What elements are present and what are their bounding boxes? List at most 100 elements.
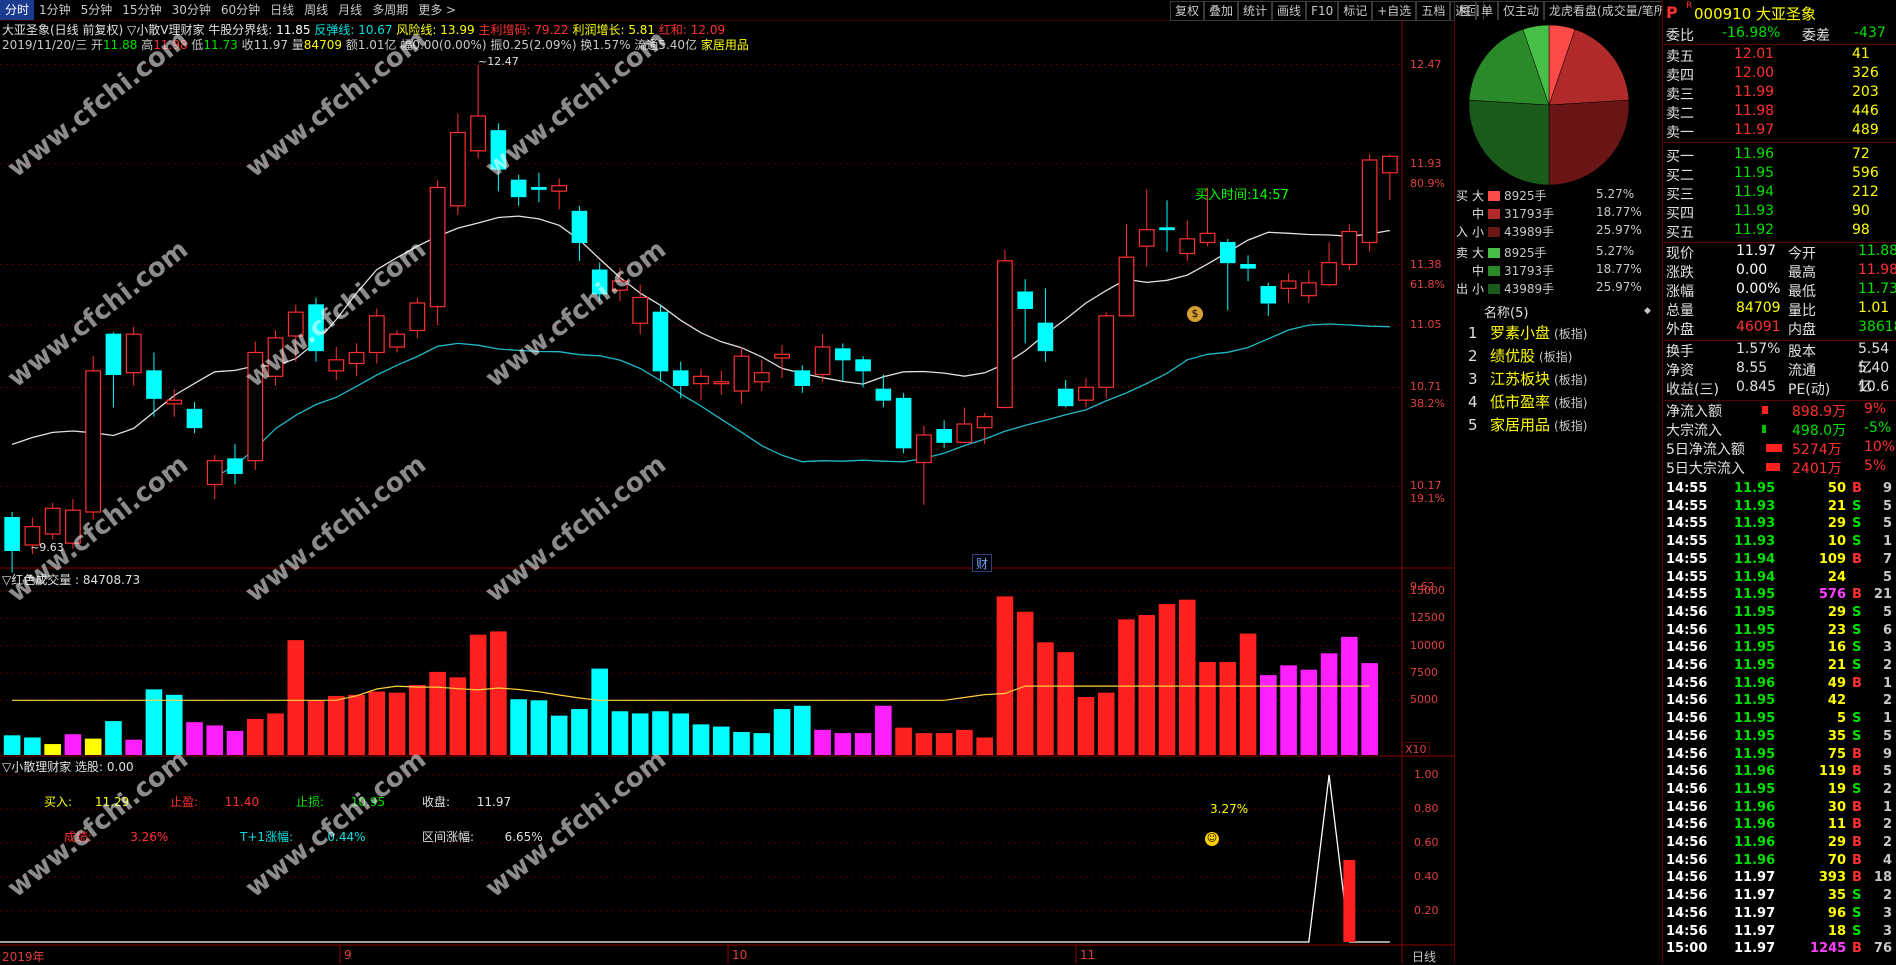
candle[interactable] <box>875 374 892 408</box>
candle[interactable] <box>733 347 750 404</box>
volume-bar[interactable] <box>793 705 811 755</box>
candle[interactable] <box>997 249 1013 409</box>
candle[interactable] <box>693 369 709 401</box>
candle[interactable] <box>85 356 102 520</box>
orderbook-row[interactable]: 卖三 11.99 203 <box>1662 84 1896 103</box>
volume-bar[interactable] <box>1016 611 1034 755</box>
volume-bar[interactable] <box>165 694 183 755</box>
candle[interactable] <box>1361 154 1378 252</box>
candle[interactable] <box>571 205 588 261</box>
tick-row[interactable]: 14:56 11.95 19 S 2 <box>1662 781 1894 799</box>
candle[interactable] <box>449 114 466 215</box>
volume-bar[interactable] <box>1280 665 1297 755</box>
volume-bar[interactable] <box>571 709 588 755</box>
volume-bar[interactable] <box>1199 662 1216 755</box>
candle[interactable] <box>267 330 284 386</box>
volume-bar[interactable] <box>429 671 446 755</box>
volume-bar[interactable] <box>1057 652 1075 755</box>
orderbook-row[interactable]: 买三 11.94 212 <box>1662 184 1896 203</box>
tick-row[interactable]: 14:56 11.97 96 S 3 <box>1662 905 1894 923</box>
volume-bar[interactable] <box>348 694 365 755</box>
volume-bar[interactable] <box>186 722 203 755</box>
volume-bar[interactable] <box>84 738 102 755</box>
tick-row[interactable]: 14:56 11.97 393 B 18 <box>1662 869 1894 887</box>
tick-row[interactable]: 14:56 11.95 5 S 1 <box>1662 710 1894 728</box>
candle[interactable] <box>247 341 264 470</box>
side-tab[interactable]: 单 <box>1476 1 1499 21</box>
tick-row[interactable]: 14:56 11.97 35 S 2 <box>1662 887 1894 905</box>
candle[interactable] <box>287 304 304 362</box>
volume-bar[interactable] <box>469 634 487 755</box>
candle[interactable] <box>713 370 730 395</box>
volume-bar[interactable] <box>145 689 163 755</box>
candle[interactable] <box>166 389 183 417</box>
tick-row[interactable]: 14:56 11.95 29 S 5 <box>1662 604 1894 622</box>
board-item[interactable]: 4 低市盈率 (板指) <box>1468 391 1587 413</box>
candle[interactable] <box>531 172 547 203</box>
candle[interactable] <box>44 502 61 540</box>
orderbook-row[interactable]: 卖二 11.98 446 <box>1662 103 1896 122</box>
candle[interactable] <box>1219 238 1236 311</box>
candle[interactable] <box>1098 312 1115 399</box>
orderbook-row[interactable]: 卖四 12.00 326 <box>1662 65 1896 84</box>
candle[interactable] <box>956 407 973 443</box>
tick-row[interactable]: 14:56 11.95 75 B 9 <box>1662 746 1894 764</box>
volume-bar[interactable] <box>895 727 912 755</box>
volume-bar[interactable] <box>733 732 750 755</box>
candle[interactable] <box>936 420 952 448</box>
volume-bar[interactable] <box>206 725 224 755</box>
tick-row[interactable]: 15:00 11.97 1245 B 76 <box>1662 940 1894 958</box>
candle[interactable] <box>672 361 689 399</box>
volume-bar[interactable] <box>388 692 406 755</box>
volume-bar[interactable] <box>875 705 892 755</box>
volume-bar[interactable] <box>915 733 933 755</box>
volume-bar[interactable] <box>672 713 690 755</box>
volume-bar[interactable] <box>1077 697 1095 755</box>
volume-bar[interactable] <box>409 685 426 755</box>
volume-bar[interactable] <box>956 729 973 755</box>
board-item[interactable]: 5 家居用品 (板指) <box>1468 414 1587 436</box>
tick-row[interactable]: 14:56 11.96 49 B 1 <box>1662 675 1894 693</box>
candle[interactable] <box>1057 380 1074 408</box>
candle[interactable] <box>632 284 649 335</box>
volume-bar[interactable] <box>1341 636 1358 755</box>
volume-bar[interactable] <box>935 733 953 755</box>
volume-bar[interactable] <box>24 737 41 756</box>
board-name[interactable]: 低市盈率 <box>1490 393 1550 411</box>
tick-row[interactable]: 14:56 11.95 35 S 5 <box>1662 728 1894 746</box>
volume-bar[interactable] <box>591 668 609 755</box>
kline-chart[interactable] <box>0 0 1454 964</box>
candle[interactable] <box>835 343 851 382</box>
tick-row[interactable]: 14:56 11.96 11 B 2 <box>1662 816 1894 834</box>
tick-row[interactable]: 14:56 11.97 18 S 3 <box>1662 923 1894 941</box>
volume-bar[interactable] <box>1118 619 1135 755</box>
orderbook-row[interactable]: 卖一 11.97 489 <box>1662 122 1896 141</box>
volume-bar[interactable] <box>753 733 771 755</box>
orderbook-row[interactable]: 买二 11.95 596 <box>1662 165 1896 184</box>
candle[interactable] <box>774 345 790 379</box>
candle[interactable] <box>65 499 81 549</box>
candle[interactable] <box>1159 200 1175 252</box>
volume-bar[interactable] <box>996 596 1014 755</box>
tick-row[interactable]: 14:56 11.95 16 S 3 <box>1662 639 1894 657</box>
volume-bar[interactable] <box>287 640 305 755</box>
candle[interactable] <box>1037 288 1054 362</box>
volume-bar[interactable] <box>1219 662 1237 755</box>
boards-dropdown-icon[interactable]: ◆ <box>1644 306 1651 316</box>
tick-row[interactable]: 14:56 11.96 30 B 1 <box>1662 799 1894 817</box>
candle[interactable] <box>1138 189 1155 267</box>
candle[interactable] <box>4 512 20 573</box>
volume-bar[interactable] <box>307 700 325 755</box>
candle[interactable] <box>895 392 912 454</box>
candle[interactable] <box>409 297 426 338</box>
volume-bar[interactable] <box>712 726 730 755</box>
volume-bar[interactable] <box>550 715 568 755</box>
orderbook-row[interactable]: 卖五 12.01 41 <box>1662 46 1896 65</box>
orderbook-row[interactable]: 买四 11.93 90 <box>1662 203 1896 222</box>
candle[interactable] <box>490 123 507 192</box>
candle[interactable] <box>308 297 324 362</box>
tick-row[interactable]: 14:55 11.94 24 5 <box>1662 569 1894 587</box>
tick-row[interactable]: 14:56 11.96 29 B 2 <box>1662 834 1894 852</box>
volume-bar[interactable] <box>854 733 872 755</box>
volume-bar[interactable] <box>105 721 122 755</box>
